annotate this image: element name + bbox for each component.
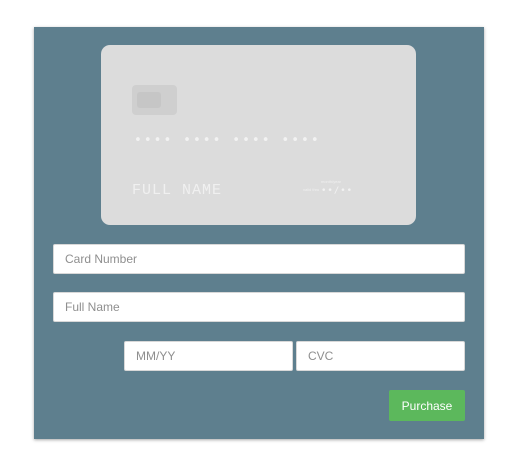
card-number-display: •••• •••• •••• •••• xyxy=(134,133,321,148)
expiry-input[interactable] xyxy=(124,341,293,371)
expiry-caption: month/year xyxy=(321,179,342,184)
card-chip-icon xyxy=(132,85,177,115)
payment-panel: •••• •••• •••• •••• FULL NAME valid thru… xyxy=(34,27,484,439)
purchase-button[interactable]: Purchase xyxy=(389,390,465,421)
card-number-input[interactable] xyxy=(53,244,465,274)
card-expiry-display: valid thru month/year ••/•• xyxy=(303,179,365,203)
expiry-mask: ••/•• xyxy=(321,186,354,196)
card-name-display: FULL NAME xyxy=(132,182,223,199)
card-preview: •••• •••• •••• •••• FULL NAME valid thru… xyxy=(101,45,416,225)
full-name-input[interactable] xyxy=(53,292,465,322)
valid-thru-label: valid thru xyxy=(303,187,320,192)
cvc-input[interactable] xyxy=(296,341,465,371)
